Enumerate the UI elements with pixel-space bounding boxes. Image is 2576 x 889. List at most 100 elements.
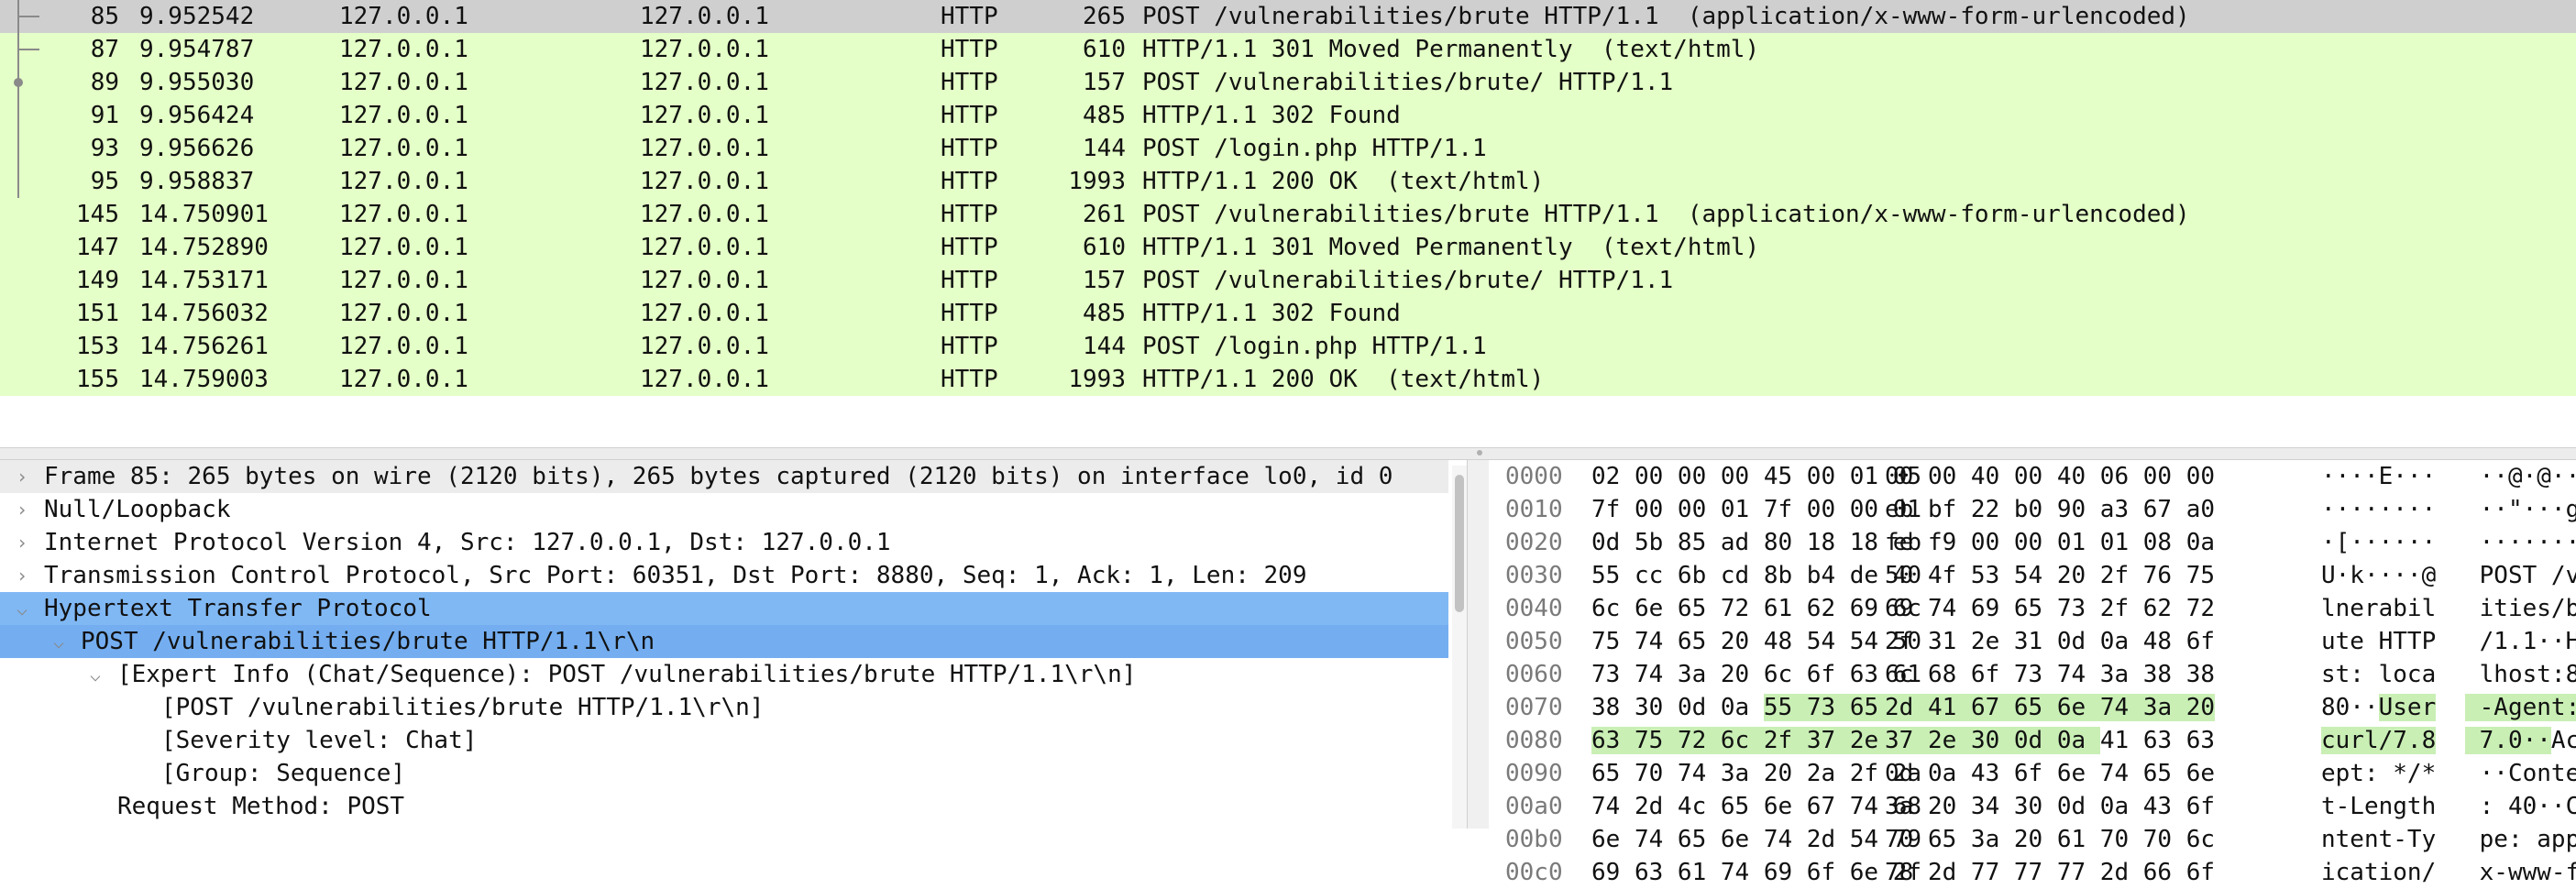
tree-item[interactable]: › Internet Protocol Version 4, Src: 127.0…: [0, 526, 1448, 559]
packet-number: 151: [76, 300, 119, 327]
splitter-grip-icon: [1477, 450, 1482, 455]
packet-source: 127.0.0.1: [339, 300, 468, 327]
tree-item-label: Null/Loopback: [44, 496, 231, 523]
details-scrollbar-thumb[interactable]: [1455, 475, 1464, 612]
bytes-row[interactable]: 0040 6c 6e 65 72 61 62 69 6c 69 74 69 65 7…: [1489, 592, 2576, 625]
hex-bytes-left: 7f 00 00 01 7f 00 00 01: [1591, 496, 1922, 523]
tree-item[interactable]: › Frame 85: 265 bytes on wire (2120 bits)…: [0, 460, 1448, 493]
packet-info: POST /vulnerabilities/brute HTTP/1.1 (ap…: [1142, 201, 2190, 228]
packet-destination: 127.0.0.1: [640, 135, 769, 162]
bytes-row[interactable]: 0080 63 75 72 6c 2f 37 2e 3837 2e 30 0d 0…: [1489, 724, 2576, 757]
ascii-bytes-right: /1.1··Ho: [2479, 628, 2576, 655]
packet-info: HTTP/1.1 301 Moved Permanently (text/htm…: [1142, 234, 1760, 261]
hex-bytes-left: 73 74 3a 20 6c 6f 63 61: [1591, 661, 1922, 688]
tree-item[interactable]: ⌵ [Expert Info (Chat/Sequence): POST /vul…: [0, 658, 1448, 691]
hex-bytes-right: eb bf 22 b0 90 a3 67 a0: [1885, 496, 2216, 523]
chevron-down-icon[interactable]: ⌵: [50, 625, 68, 658]
packet-time: 9.958837: [139, 168, 255, 195]
packet-info: POST /login.php HTTP/1.1: [1142, 135, 1487, 162]
packet-info: HTTP/1.1 302 Found: [1142, 300, 1401, 327]
tree-item[interactable]: › Null/Loopback: [0, 493, 1448, 526]
related-packet-icon: [9, 99, 24, 132]
packet-source: 127.0.0.1: [339, 168, 468, 195]
chevron-right-icon[interactable]: ›: [13, 526, 31, 559]
packet-row[interactable]: 91 9.956424 127.0.0.1 127.0.0.1 HTTP 485 HTTP/…: [0, 99, 2576, 132]
packet-row[interactable]: 93 9.956626 127.0.0.1 127.0.0.1 HTTP 144 POST …: [0, 132, 2576, 165]
chevron-down-icon[interactable]: ⌵: [13, 592, 31, 625]
bytes-row[interactable]: 0070 38 30 0d 0a 55 73 65 722d 41 67 65 6…: [1489, 691, 2576, 724]
ascii-bytes-right: ··Conten: [2479, 760, 2576, 787]
tree-item[interactable]: Request Method: POST: [0, 790, 1448, 823]
bytes-row[interactable]: 0020 0d 5b 85 ad 80 18 18 eb fe f9 00 00 0…: [1489, 526, 2576, 559]
packet-row[interactable]: 147 14.752890 127.0.0.1 127.0.0.1 HTTP 610 HTT…: [0, 231, 2576, 264]
hex-bytes-left: 65 70 74 3a 20 2a 2f 2a: [1591, 760, 1922, 787]
packet-row[interactable]: 155 14.759003 127.0.0.1 127.0.0.1 HTTP 1993 HT…: [0, 363, 2576, 396]
hex-bytes-right: 37 2e 30 0d 0a 41 63 63: [1885, 727, 2216, 754]
packet-number: 155: [76, 366, 119, 393]
packet-time: 9.956626: [139, 135, 255, 162]
packet-length: 485: [1083, 102, 1126, 129]
byte-offset: 0060: [1505, 661, 1563, 688]
hex-bytes-left: 0d 5b 85 ad 80 18 18 eb: [1591, 529, 1922, 556]
tree-item[interactable]: [POST /vulnerabilities/brute HTTP/1.1\r\…: [0, 691, 1448, 724]
tree-item[interactable]: ⌵ Hypertext Transfer Protocol: [0, 592, 1448, 625]
bytes-row[interactable]: 0030 55 cc 6b cd 8b b4 de 40 50 4f 53 54 2…: [1489, 559, 2576, 592]
chevron-right-icon[interactable]: ›: [13, 559, 31, 592]
packet-protocol: HTTP: [941, 69, 998, 96]
ascii-bytes-right: pe: appl: [2479, 826, 2576, 853]
packet-time: 9.954787: [139, 36, 255, 63]
details-scrollbar[interactable]: [1452, 466, 1467, 829]
packet-destination: 127.0.0.1: [640, 300, 769, 327]
chevron-right-icon[interactable]: ›: [13, 460, 31, 493]
ascii-bytes-right: ities/br: [2479, 595, 2576, 622]
chevron-down-icon[interactable]: ⌵: [86, 658, 105, 691]
chevron-right-icon[interactable]: ›: [13, 493, 31, 526]
tree-item[interactable]: [Severity level: Chat]: [0, 724, 1448, 757]
bytes-row[interactable]: 0090 65 70 74 3a 20 2a 2f 2a 0d 0a 43 6f 6…: [1489, 757, 2576, 790]
packet-info: HTTP/1.1 301 Moved Permanently (text/htm…: [1142, 36, 1760, 63]
ascii-bytes-right: : 40··Co: [2479, 793, 2576, 820]
tree-item[interactable]: [Group: Sequence]: [0, 757, 1448, 790]
packet-number: 147: [76, 234, 119, 261]
byte-offset: 0090: [1505, 760, 1563, 787]
pane-splitter-vertical[interactable]: [1467, 460, 1490, 829]
packet-row[interactable]: 151 14.756032 127.0.0.1 127.0.0.1 HTTP 485 HTT…: [0, 297, 2576, 330]
hex-bytes-right: 2d 41 67 65 6e 74 3a 20: [1885, 694, 2216, 721]
hex-bytes-left: 6c 6e 65 72 61 62 69 6c: [1591, 595, 1922, 622]
packet-row[interactable]: 85 9.952542 127.0.0.1 127.0.0.1 HTTP 265 POST …: [0, 0, 2576, 33]
packet-row[interactable]: 89 9.955030 127.0.0.1 127.0.0.1 HTTP 157 POST …: [0, 66, 2576, 99]
hex-bytes-right: 00 00 40 00 40 06 00 00: [1885, 463, 2216, 490]
tree-item[interactable]: ⌵ POST /vulnerabilities/brute HTTP/1.1\r\…: [0, 625, 1448, 658]
packet-row[interactable]: 149 14.753171 127.0.0.1 127.0.0.1 HTTP 157 POS…: [0, 264, 2576, 297]
packet-protocol: HTTP: [941, 36, 998, 63]
bytes-row[interactable]: 0060 73 74 3a 20 6c 6f 63 61 6c 68 6f 73 7…: [1489, 658, 2576, 691]
packet-length: 144: [1083, 135, 1126, 162]
hex-bytes-left: 6e 74 65 6e 74 2d 54 79: [1591, 826, 1922, 853]
packet-number: 153: [76, 333, 119, 360]
tree-item-label: [Expert Info (Chat/Sequence): POST /vuln…: [117, 661, 1137, 688]
ascii-bytes-left: ·[······: [2321, 529, 2437, 556]
bytes-row[interactable]: 0050 75 74 65 20 48 54 54 50 2f 31 2e 31 0…: [1489, 625, 2576, 658]
byte-offset: 0000: [1505, 463, 1563, 490]
tree-item[interactable]: › Transmission Control Protocol, Src Port…: [0, 559, 1448, 592]
ascii-bytes-left: ····E···: [2321, 463, 2437, 490]
pane-splitter-horizontal[interactable]: [0, 447, 2576, 460]
hex-bytes-right: 70 65 3a 20 61 70 70 6c: [1885, 826, 2216, 853]
ascii-bytes-right: x-www-fo: [2479, 859, 2576, 886]
packet-row[interactable]: 153 14.756261 127.0.0.1 127.0.0.1 HTTP 144 POS…: [0, 330, 2576, 363]
bytes-row[interactable]: 0000 02 00 00 00 45 00 01 05 00 00 40 00 4…: [1489, 460, 2576, 493]
packet-row[interactable]: 145 14.750901 127.0.0.1 127.0.0.1 HTTP 261 POS…: [0, 198, 2576, 231]
ascii-bytes-left: U·k····@: [2321, 562, 2437, 589]
hex-bytes-right: 3a 20 34 30 0d 0a 43 6f: [1885, 793, 2216, 820]
bytes-row[interactable]: 00c0 69 63 61 74 69 6f 6e 2f 78 2d 77 77 7…: [1489, 856, 2576, 889]
bytes-row[interactable]: 00b0 6e 74 65 6e 74 2d 54 79 70 65 3a 20 6…: [1489, 823, 2576, 856]
ascii-bytes-left: ········: [2321, 496, 2437, 523]
hex-bytes-left: 69 63 61 74 69 6f 6e 2f: [1591, 859, 1922, 886]
packet-row[interactable]: 87 9.954787 127.0.0.1 127.0.0.1 HTTP 610 HTTP/…: [0, 33, 2576, 66]
packet-time: 14.759003: [139, 366, 269, 393]
packet-row[interactable]: 95 9.958837 127.0.0.1 127.0.0.1 HTTP 1993 HTTP…: [0, 165, 2576, 198]
bytes-row[interactable]: 00a0 74 2d 4c 65 6e 67 74 68 3a 20 34 30 0…: [1489, 790, 2576, 823]
bytes-row[interactable]: 0010 7f 00 00 01 7f 00 00 01 eb bf 22 b0 9…: [1489, 493, 2576, 526]
tree-item-label: Internet Protocol Version 4, Src: 127.0.…: [44, 529, 891, 556]
related-request-icon: [9, 0, 39, 33]
